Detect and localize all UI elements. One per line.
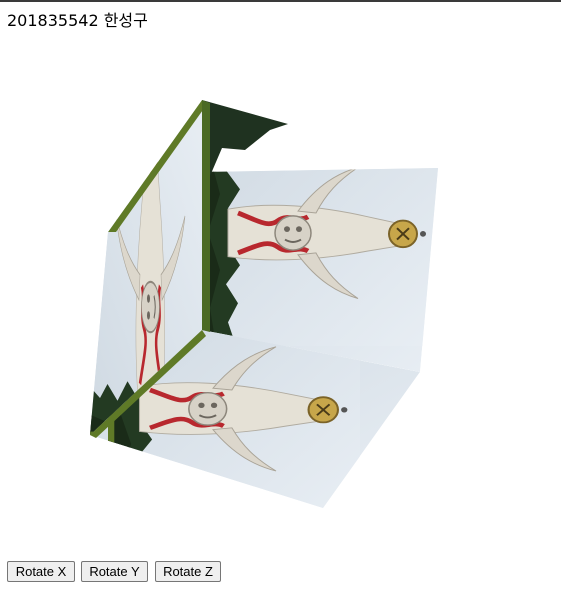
- cube-edge-grass: [202, 100, 210, 332]
- rotate-y-button[interactable]: Rotate Y: [81, 561, 148, 582]
- rotate-z-button[interactable]: Rotate Z: [155, 561, 221, 582]
- rotating-cube: [90, 100, 438, 508]
- rotate-x-button[interactable]: Rotate X: [7, 561, 75, 582]
- cube-top-edge-trees: [202, 100, 288, 176]
